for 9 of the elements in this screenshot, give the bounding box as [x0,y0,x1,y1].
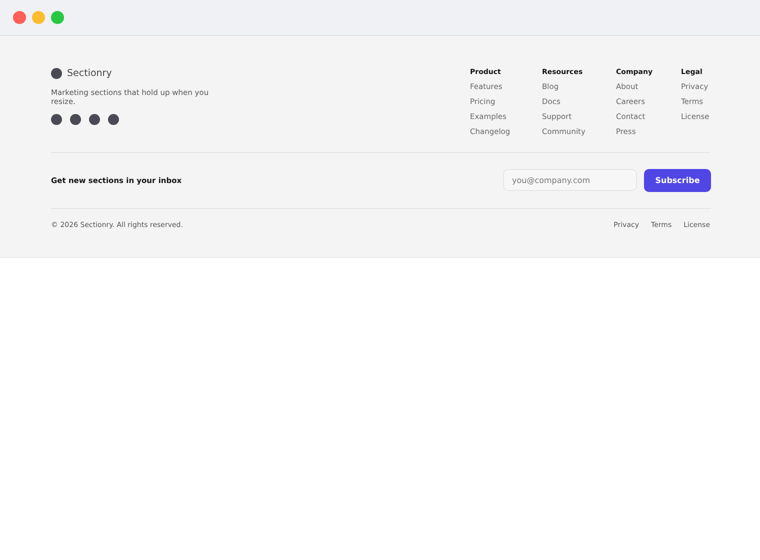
window-control-icon[interactable] [13,11,26,24]
social-icon[interactable] [108,114,119,125]
subscribe-button[interactable]: Subscribe [644,169,711,192]
social-icon[interactable] [51,114,62,125]
logo-icon [51,68,62,79]
email-field[interactable]: you@company.com [503,169,637,191]
social-icon[interactable] [70,114,81,125]
social-icon[interactable] [89,114,100,125]
brand-name[interactable]: Sectionry [67,68,112,79]
